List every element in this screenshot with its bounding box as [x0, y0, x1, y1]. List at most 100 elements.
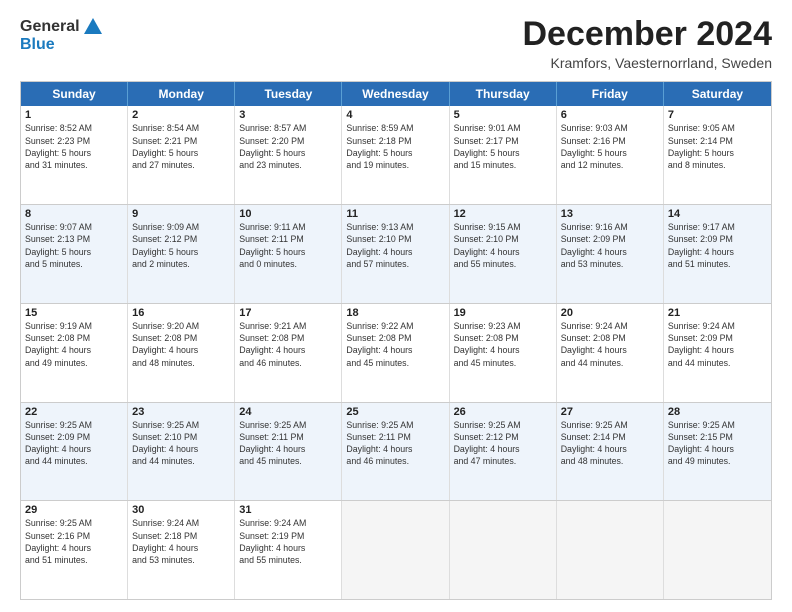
calendar-row-4: 29Sunrise: 9:25 AMSunset: 2:16 PMDayligh… [21, 500, 771, 599]
logo-blue: Blue [20, 36, 55, 54]
day-number: 1 [25, 109, 123, 121]
day-info: Sunrise: 9:05 AMSunset: 2:14 PMDaylight:… [668, 122, 767, 171]
day-number: 22 [25, 406, 123, 418]
day-number: 10 [239, 208, 337, 220]
day-number: 17 [239, 307, 337, 319]
header-day-sunday: Sunday [21, 82, 128, 106]
calendar: SundayMondayTuesdayWednesdayThursdayFrid… [20, 81, 772, 600]
day-number: 26 [454, 406, 552, 418]
day-info: Sunrise: 9:25 AMSunset: 2:16 PMDaylight:… [25, 517, 123, 566]
day-info: Sunrise: 9:24 AMSunset: 2:08 PMDaylight:… [561, 320, 659, 369]
day-info: Sunrise: 9:24 AMSunset: 2:19 PMDaylight:… [239, 517, 337, 566]
day-info: Sunrise: 9:25 AMSunset: 2:11 PMDaylight:… [346, 419, 444, 468]
day-number: 23 [132, 406, 230, 418]
cal-cell-2: 2Sunrise: 8:54 AMSunset: 2:21 PMDaylight… [128, 106, 235, 204]
day-info: Sunrise: 9:09 AMSunset: 2:12 PMDaylight:… [132, 221, 230, 270]
header-day-thursday: Thursday [450, 82, 557, 106]
day-info: Sunrise: 9:15 AMSunset: 2:10 PMDaylight:… [454, 221, 552, 270]
cal-cell-23: 23Sunrise: 9:25 AMSunset: 2:10 PMDayligh… [128, 403, 235, 501]
day-number: 3 [239, 109, 337, 121]
day-info: Sunrise: 9:25 AMSunset: 2:14 PMDaylight:… [561, 419, 659, 468]
cal-cell-empty [450, 501, 557, 599]
cal-cell-30: 30Sunrise: 9:24 AMSunset: 2:18 PMDayligh… [128, 501, 235, 599]
logo-general: General [20, 18, 80, 36]
day-number: 2 [132, 109, 230, 121]
location-title: Kramfors, Vaesternorrland, Sweden [522, 55, 772, 71]
cal-cell-12: 12Sunrise: 9:15 AMSunset: 2:10 PMDayligh… [450, 205, 557, 303]
cal-cell-7: 7Sunrise: 9:05 AMSunset: 2:14 PMDaylight… [664, 106, 771, 204]
calendar-row-2: 15Sunrise: 9:19 AMSunset: 2:08 PMDayligh… [21, 303, 771, 402]
day-number: 29 [25, 504, 123, 516]
day-info: Sunrise: 9:25 AMSunset: 2:11 PMDaylight:… [239, 419, 337, 468]
cal-cell-4: 4Sunrise: 8:59 AMSunset: 2:18 PMDaylight… [342, 106, 449, 204]
day-number: 19 [454, 307, 552, 319]
cal-cell-10: 10Sunrise: 9:11 AMSunset: 2:11 PMDayligh… [235, 205, 342, 303]
day-info: Sunrise: 9:25 AMSunset: 2:15 PMDaylight:… [668, 419, 767, 468]
day-number: 28 [668, 406, 767, 418]
calendar-header-row: SundayMondayTuesdayWednesdayThursdayFrid… [21, 82, 771, 106]
cal-cell-28: 28Sunrise: 9:25 AMSunset: 2:15 PMDayligh… [664, 403, 771, 501]
cal-cell-5: 5Sunrise: 9:01 AMSunset: 2:17 PMDaylight… [450, 106, 557, 204]
day-number: 7 [668, 109, 767, 121]
day-info: Sunrise: 9:19 AMSunset: 2:08 PMDaylight:… [25, 320, 123, 369]
header-day-tuesday: Tuesday [235, 82, 342, 106]
day-info: Sunrise: 9:20 AMSunset: 2:08 PMDaylight:… [132, 320, 230, 369]
cal-cell-16: 16Sunrise: 9:20 AMSunset: 2:08 PMDayligh… [128, 304, 235, 402]
day-info: Sunrise: 9:07 AMSunset: 2:13 PMDaylight:… [25, 221, 123, 270]
cal-cell-6: 6Sunrise: 9:03 AMSunset: 2:16 PMDaylight… [557, 106, 664, 204]
cal-cell-15: 15Sunrise: 9:19 AMSunset: 2:08 PMDayligh… [21, 304, 128, 402]
cal-cell-13: 13Sunrise: 9:16 AMSunset: 2:09 PMDayligh… [557, 205, 664, 303]
day-number: 14 [668, 208, 767, 220]
cal-cell-empty [557, 501, 664, 599]
cal-cell-3: 3Sunrise: 8:57 AMSunset: 2:20 PMDaylight… [235, 106, 342, 204]
day-number: 13 [561, 208, 659, 220]
day-info: Sunrise: 9:22 AMSunset: 2:08 PMDaylight:… [346, 320, 444, 369]
logo-icon [82, 16, 104, 38]
day-info: Sunrise: 8:54 AMSunset: 2:21 PMDaylight:… [132, 122, 230, 171]
cal-cell-14: 14Sunrise: 9:17 AMSunset: 2:09 PMDayligh… [664, 205, 771, 303]
header-day-friday: Friday [557, 82, 664, 106]
cal-cell-26: 26Sunrise: 9:25 AMSunset: 2:12 PMDayligh… [450, 403, 557, 501]
header-day-wednesday: Wednesday [342, 82, 449, 106]
day-info: Sunrise: 9:16 AMSunset: 2:09 PMDaylight:… [561, 221, 659, 270]
day-number: 24 [239, 406, 337, 418]
cal-cell-31: 31Sunrise: 9:24 AMSunset: 2:19 PMDayligh… [235, 501, 342, 599]
day-number: 31 [239, 504, 337, 516]
cal-cell-9: 9Sunrise: 9:09 AMSunset: 2:12 PMDaylight… [128, 205, 235, 303]
cal-cell-empty [342, 501, 449, 599]
day-info: Sunrise: 9:23 AMSunset: 2:08 PMDaylight:… [454, 320, 552, 369]
day-number: 16 [132, 307, 230, 319]
logo-text: General [20, 16, 104, 38]
cal-cell-8: 8Sunrise: 9:07 AMSunset: 2:13 PMDaylight… [21, 205, 128, 303]
cal-cell-25: 25Sunrise: 9:25 AMSunset: 2:11 PMDayligh… [342, 403, 449, 501]
day-info: Sunrise: 9:03 AMSunset: 2:16 PMDaylight:… [561, 122, 659, 171]
day-number: 27 [561, 406, 659, 418]
cal-cell-1: 1Sunrise: 8:52 AMSunset: 2:23 PMDaylight… [21, 106, 128, 204]
day-number: 18 [346, 307, 444, 319]
calendar-body: 1Sunrise: 8:52 AMSunset: 2:23 PMDaylight… [21, 106, 771, 599]
day-number: 4 [346, 109, 444, 121]
month-title: December 2024 [522, 16, 772, 53]
day-info: Sunrise: 8:59 AMSunset: 2:18 PMDaylight:… [346, 122, 444, 171]
header-day-saturday: Saturday [664, 82, 771, 106]
cal-cell-22: 22Sunrise: 9:25 AMSunset: 2:09 PMDayligh… [21, 403, 128, 501]
day-info: Sunrise: 8:52 AMSunset: 2:23 PMDaylight:… [25, 122, 123, 171]
day-info: Sunrise: 9:25 AMSunset: 2:12 PMDaylight:… [454, 419, 552, 468]
logo: General Blue [20, 16, 104, 54]
cal-cell-29: 29Sunrise: 9:25 AMSunset: 2:16 PMDayligh… [21, 501, 128, 599]
calendar-row-1: 8Sunrise: 9:07 AMSunset: 2:13 PMDaylight… [21, 204, 771, 303]
page: General Blue December 2024 Kramfors, Vae… [0, 0, 792, 612]
cal-cell-27: 27Sunrise: 9:25 AMSunset: 2:14 PMDayligh… [557, 403, 664, 501]
day-number: 30 [132, 504, 230, 516]
cal-cell-21: 21Sunrise: 9:24 AMSunset: 2:09 PMDayligh… [664, 304, 771, 402]
title-block: December 2024 Kramfors, Vaesternorrland,… [522, 16, 772, 71]
day-number: 15 [25, 307, 123, 319]
day-number: 5 [454, 109, 552, 121]
day-info: Sunrise: 9:25 AMSunset: 2:10 PMDaylight:… [132, 419, 230, 468]
cal-cell-17: 17Sunrise: 9:21 AMSunset: 2:08 PMDayligh… [235, 304, 342, 402]
day-info: Sunrise: 9:25 AMSunset: 2:09 PMDaylight:… [25, 419, 123, 468]
cal-cell-19: 19Sunrise: 9:23 AMSunset: 2:08 PMDayligh… [450, 304, 557, 402]
day-info: Sunrise: 8:57 AMSunset: 2:20 PMDaylight:… [239, 122, 337, 171]
day-number: 12 [454, 208, 552, 220]
header: General Blue December 2024 Kramfors, Vae… [20, 16, 772, 71]
